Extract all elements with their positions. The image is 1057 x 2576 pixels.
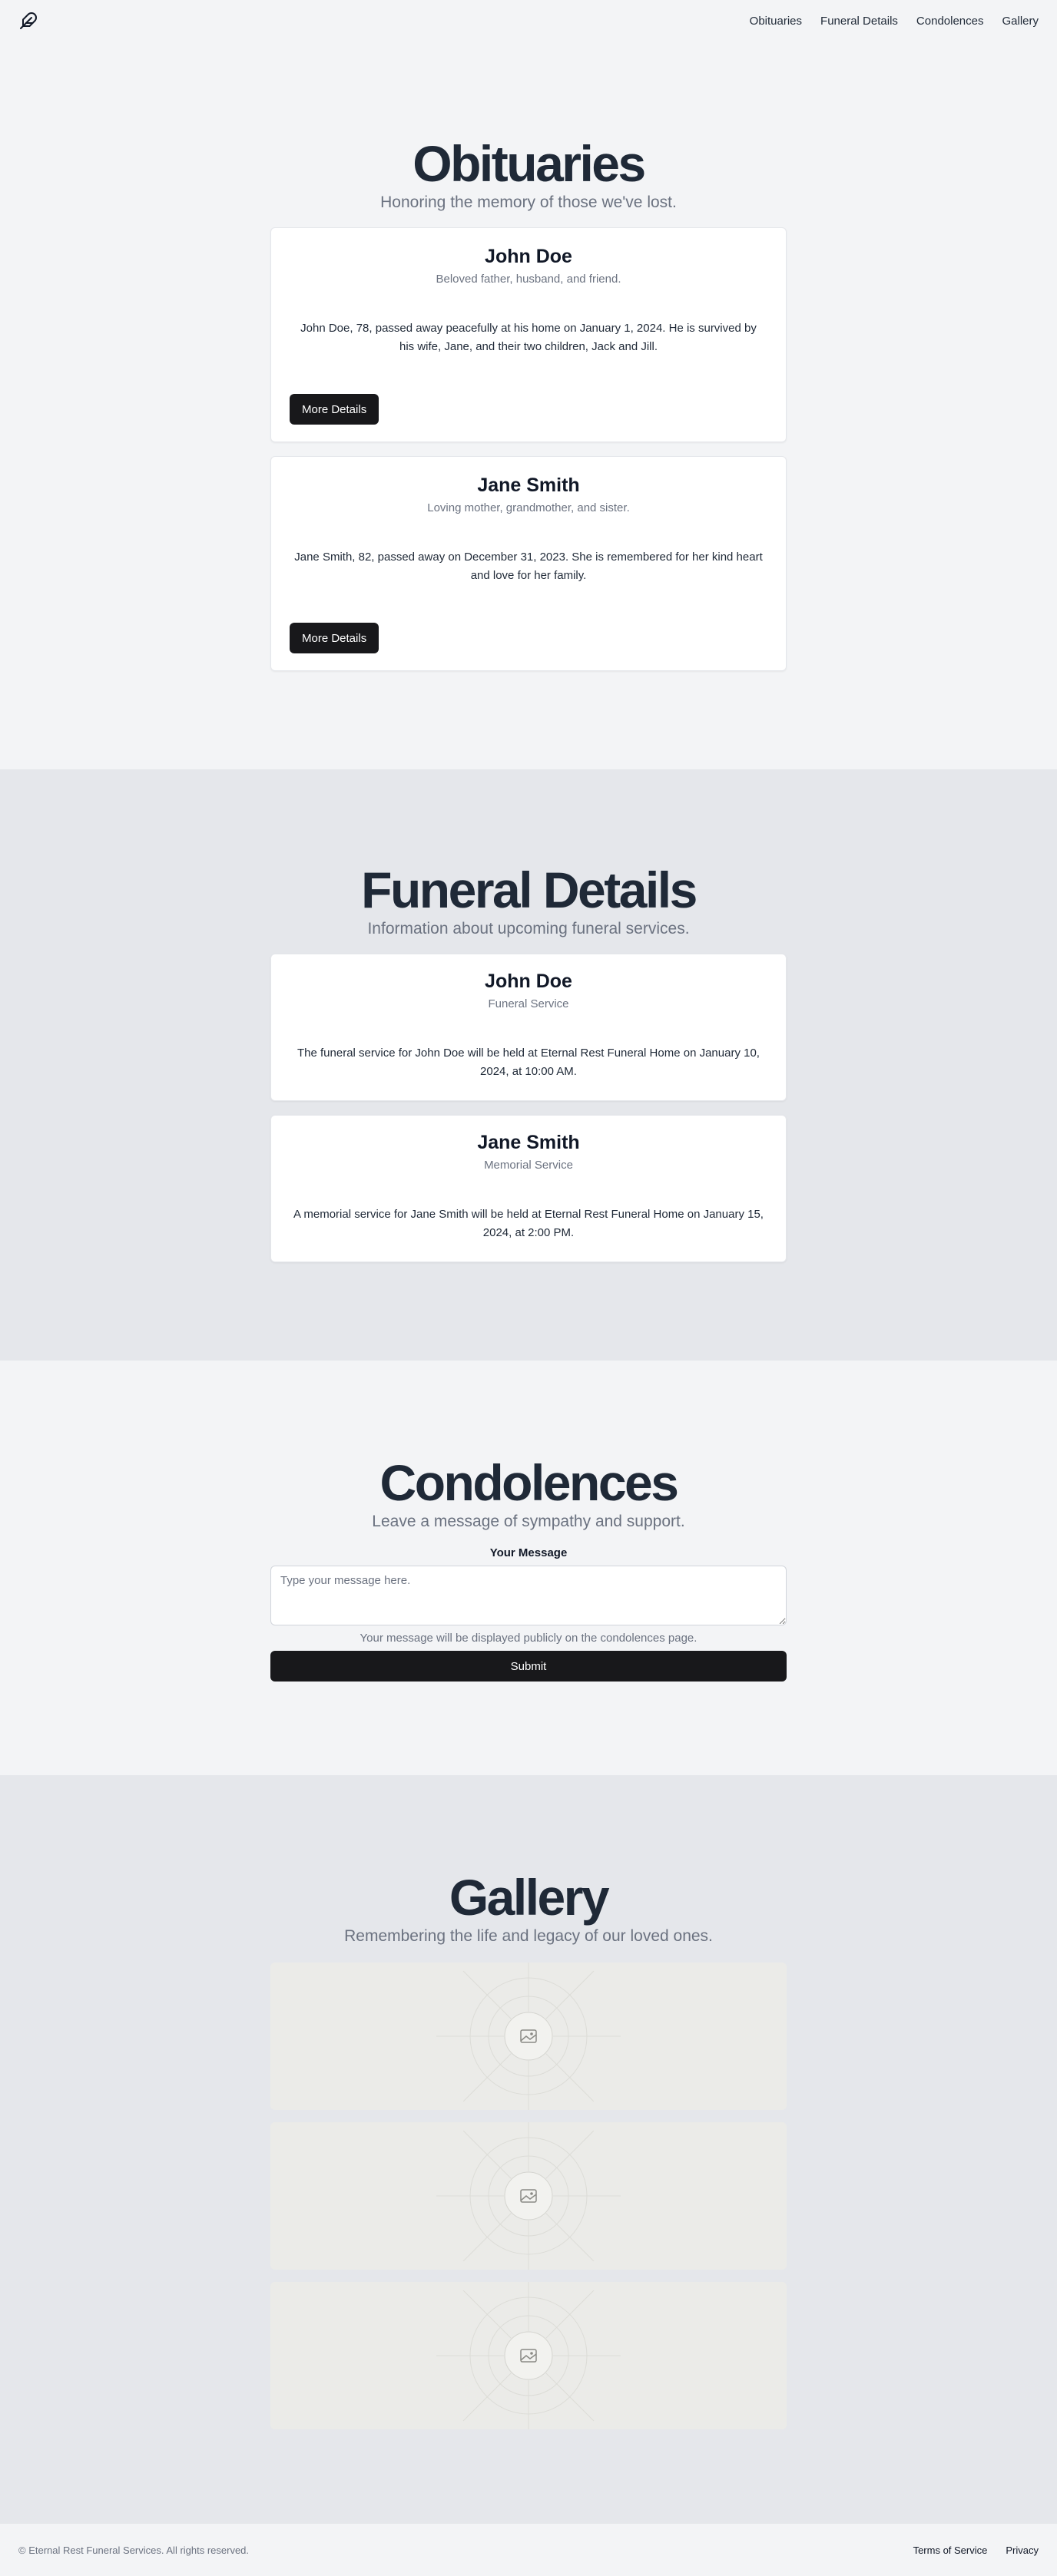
obituary-tagline: Loving mother, grandmother, and sister.: [427, 501, 630, 515]
gallery-subtitle: Remembering the life and legacy of our l…: [344, 1927, 713, 1946]
gallery-title: Gallery: [449, 1869, 610, 1926]
more-details-button[interactable]: More Details: [290, 623, 379, 654]
funeral-name: John Doe: [485, 971, 572, 993]
message-textarea[interactable]: [270, 1566, 787, 1626]
placeholder-artwork: [436, 2122, 621, 2270]
message-help-text: Your message will be displayed publicly …: [360, 1632, 697, 1645]
obituary-text: Jane Smith, 82, passed away on December …: [294, 551, 763, 582]
funeral-service-type: Memorial Service: [484, 1159, 573, 1172]
obituary-text: John Doe, 78, passed away peacefully at …: [300, 322, 757, 353]
condolence-form: Your Message Your message will be displa…: [270, 1546, 787, 1682]
obituaries-section: Obituaries Honoring the memory of those …: [0, 41, 1057, 769]
site-footer: © Eternal Rest Funeral Services. All rig…: [0, 2524, 1057, 2576]
funeral-service-type: Funeral Service: [488, 997, 569, 1011]
funeral-name: Jane Smith: [477, 1132, 580, 1154]
footer-link-privacy[interactable]: Privacy: [1006, 2545, 1039, 2556]
funeral-details-title: Funeral Details: [361, 861, 697, 918]
gallery-section: Gallery Remembering the life and legacy …: [0, 1775, 1057, 2524]
funeral-card: John Doe Funeral Service The funeral ser…: [270, 954, 787, 1102]
gallery-image[interactable]: [270, 1963, 787, 2111]
placeholder-artwork: [436, 2282, 621, 2430]
gallery-image[interactable]: [270, 2122, 787, 2270]
nav-link-gallery[interactable]: Gallery: [1002, 15, 1039, 28]
message-label: Your Message: [489, 1546, 568, 1560]
condolences-section: Condolences Leave a message of sympathy …: [0, 1361, 1057, 1775]
main-nav: Obituaries Funeral Details Condolences G…: [750, 15, 1039, 28]
footer-link-terms[interactable]: Terms of Service: [913, 2545, 988, 2556]
nav-link-condolences[interactable]: Condolences: [916, 15, 984, 28]
obituary-tagline: Beloved father, husband, and friend.: [436, 273, 621, 286]
funeral-details-subtitle: Information about upcoming funeral servi…: [367, 920, 690, 938]
obituaries-subtitle: Honoring the memory of those we've lost.: [380, 193, 677, 212]
obituary-card: John Doe Beloved father, husband, and fr…: [270, 227, 787, 443]
funeral-card: Jane Smith Memorial Service A memorial s…: [270, 1115, 787, 1263]
copyright-text: © Eternal Rest Funeral Services. All rig…: [18, 2544, 250, 2556]
obituary-name: Jane Smith: [477, 475, 580, 497]
obituary-card: Jane Smith Loving mother, grandmother, a…: [270, 456, 787, 672]
top-navbar: Obituaries Funeral Details Condolences G…: [0, 0, 1057, 41]
condolences-subtitle: Leave a message of sympathy and support.: [372, 1513, 685, 1531]
submit-button[interactable]: Submit: [270, 1651, 787, 1682]
condolences-title: Condolences: [379, 1454, 679, 1511]
funeral-text: A memorial service for Jane Smith will b…: [293, 1208, 764, 1239]
obituaries-title: Obituaries: [413, 135, 646, 192]
more-details-button[interactable]: More Details: [290, 394, 379, 425]
obituary-name: John Doe: [485, 246, 572, 268]
funeral-text: The funeral service for John Doe will be…: [297, 1047, 760, 1078]
placeholder-artwork: [436, 1963, 621, 2111]
gallery-image[interactable]: [270, 2282, 787, 2430]
funeral-details-section: Funeral Details Information about upcomi…: [0, 769, 1057, 1361]
feather-icon[interactable]: [18, 11, 38, 31]
nav-link-obituaries[interactable]: Obituaries: [750, 15, 802, 28]
nav-link-funeral-details[interactable]: Funeral Details: [820, 15, 898, 28]
